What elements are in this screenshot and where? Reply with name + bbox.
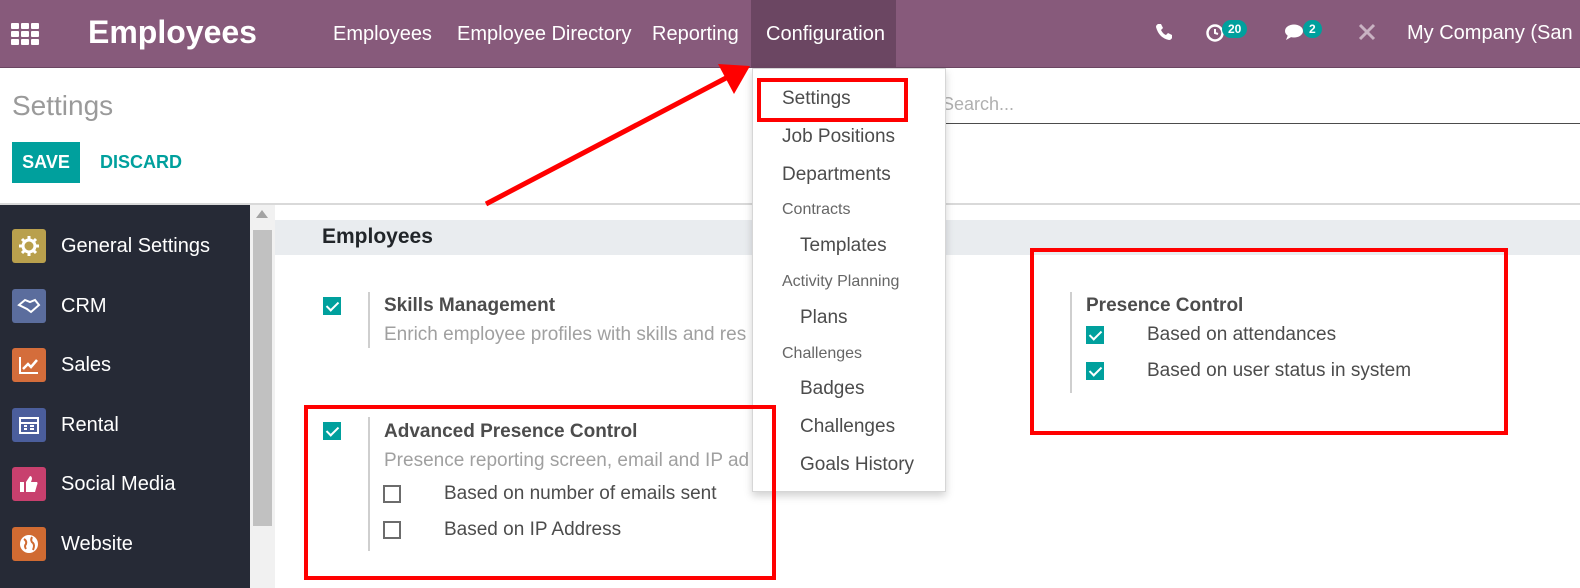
breadcrumb: Settings: [12, 90, 114, 121]
annotation-box-settings: [757, 78, 908, 122]
dropdown-item-templates[interactable]: Templates: [800, 235, 887, 257]
dropdown-item-plans[interactable]: Plans: [800, 307, 848, 329]
dropdown-item-job-positions[interactable]: Job Positions: [782, 126, 895, 148]
activity-count-badge: 20: [1222, 20, 1248, 38]
sidebar-item-label: Sales: [61, 353, 112, 376]
sidebar-item-sales[interactable]: Sales: [0, 335, 250, 395]
sidebar-item-label: General Settings: [61, 234, 210, 257]
annotation-box-advanced-presence: [304, 405, 776, 580]
messages-count-badge: 2: [1303, 20, 1322, 38]
sidebar-item-general-settings[interactable]: General Settings: [0, 216, 250, 276]
skills-management-description: Enrich employee profiles with skills and…: [384, 324, 747, 345]
save-button[interactable]: SAVE: [12, 142, 80, 183]
sidebar-item-rental[interactable]: Rental: [0, 395, 250, 455]
menu-employees[interactable]: Employees: [318, 0, 447, 68]
phone-icon[interactable]: [1154, 22, 1174, 48]
dropdown-item-badges[interactable]: Badges: [800, 378, 864, 400]
thumbs-up-icon: [12, 467, 46, 501]
sidebar-item-social-media[interactable]: Social Media: [0, 454, 250, 514]
gear-icon: [12, 229, 46, 263]
sidebar-item-crm[interactable]: CRM: [0, 276, 250, 336]
calendar-icon: [12, 408, 46, 442]
dropdown-item-challenges[interactable]: Challenges: [800, 416, 895, 438]
setting-divider: [368, 292, 370, 348]
dropdown-header-activity-planning: Activity Planning: [782, 273, 900, 290]
dropdown-header-challenges: Challenges: [782, 345, 863, 362]
handshake-icon: [12, 289, 46, 323]
chart-up-icon: [12, 348, 46, 382]
dropdown-item-departments[interactable]: Departments: [782, 164, 891, 186]
dropdown-item-goals-history[interactable]: Goals History: [800, 454, 914, 476]
skills-management-title: Skills Management: [384, 295, 556, 316]
menu-configuration[interactable]: Configuration: [751, 0, 896, 68]
sidebar-item-website[interactable]: Website: [0, 514, 250, 574]
sidebar-item-label: Website: [61, 532, 133, 555]
configuration-dropdown: Settings Job Positions Departments Contr…: [752, 68, 946, 492]
search-input[interactable]: Search...: [942, 90, 1580, 124]
discard-button[interactable]: DISCARD: [100, 142, 182, 183]
debug-tools-icon[interactable]: [1357, 22, 1377, 48]
sidebar-item-label: CRM: [61, 294, 107, 317]
globe-icon: [12, 527, 46, 561]
section-title: Employees: [322, 225, 433, 248]
skills-management-checkbox[interactable]: [323, 297, 341, 315]
sidebar-item-label: Social Media: [61, 472, 176, 495]
annotation-arrow-icon: [484, 64, 750, 207]
settings-sidebar: General Settings CRM Sales Rental Social…: [0, 205, 250, 588]
sidebar-item-label: Rental: [61, 413, 119, 436]
scrollbar-thumb[interactable]: [253, 230, 272, 526]
app-title: Employees: [88, 14, 257, 50]
company-switcher[interactable]: My Company (San: [1407, 22, 1573, 45]
dropdown-header-contracts: Contracts: [782, 201, 851, 218]
annotation-box-presence-control: [1030, 248, 1508, 435]
scroll-up-arrow-icon[interactable]: [256, 210, 268, 218]
top-navbar: Employees Employees Employee Directory R…: [0, 0, 1580, 68]
app-grid-icon[interactable]: [11, 23, 39, 45]
